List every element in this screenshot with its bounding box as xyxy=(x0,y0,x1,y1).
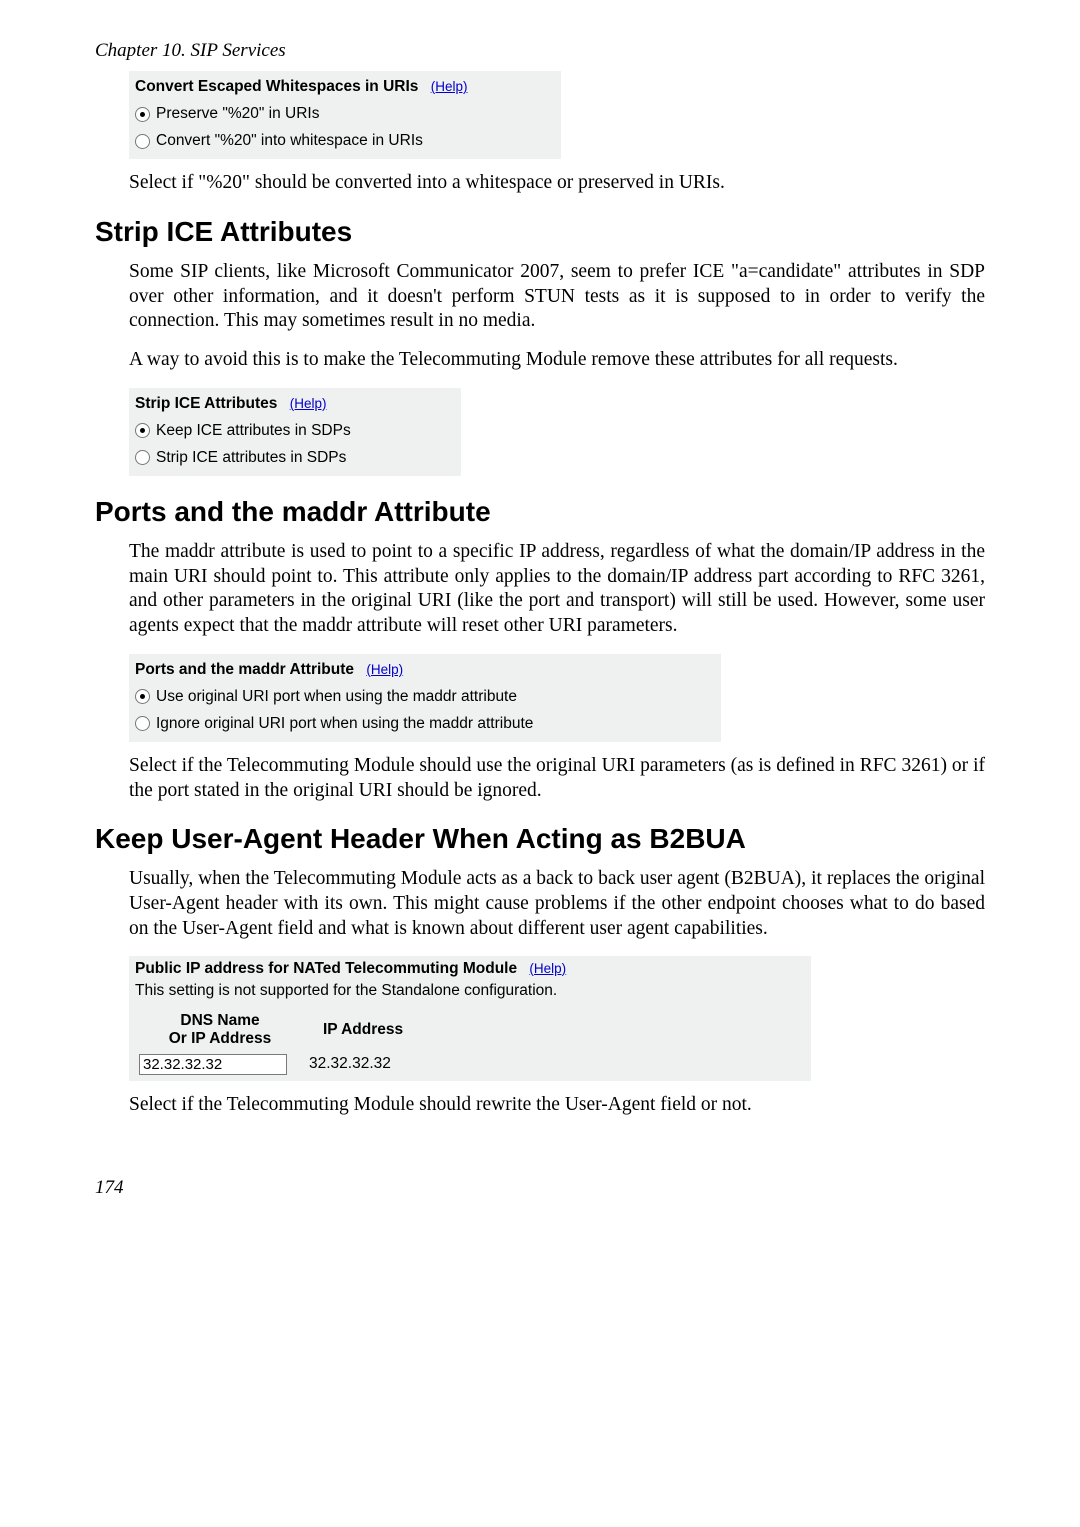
chapter-header: Chapter 10. SIP Services xyxy=(95,40,985,62)
dns-name-input[interactable] xyxy=(139,1054,287,1075)
radio-icon xyxy=(135,450,150,465)
radio-icon xyxy=(135,423,150,438)
help-link[interactable]: (Help) xyxy=(431,79,468,94)
strip-ice-form: Strip ICE Attributes (Help) Keep ICE att… xyxy=(129,387,461,476)
nat-title: Public IP address for NATed Telecommutin… xyxy=(135,960,517,977)
radio-use-original-port[interactable]: Use original URI port when using the mad… xyxy=(135,685,715,709)
nat-block: Public IP address for NATed Telecommutin… xyxy=(129,956,811,1081)
maddr-para1: The maddr attribute is used to point to … xyxy=(129,540,985,639)
radio-icon xyxy=(135,134,150,149)
nat-col-ip: IP Address xyxy=(305,1008,421,1052)
radio-label: Use original URI port when using the mad… xyxy=(156,685,517,709)
maddr-form: Ports and the maddr Attribute (Help) Use… xyxy=(129,653,721,742)
table-row: 32.32.32.32 xyxy=(135,1052,421,1081)
b2bua-para1: Usually, when the Telecommuting Module a… xyxy=(129,867,985,941)
help-link[interactable]: (Help) xyxy=(529,961,566,976)
convert-escaped-desc: Select if "%20" should be converted into… xyxy=(129,171,985,196)
b2bua-heading: Keep User-Agent Header When Acting as B2… xyxy=(95,823,985,855)
page-number: 174 xyxy=(95,1177,985,1199)
strip-ice-form-title: Strip ICE Attributes xyxy=(135,395,277,412)
maddr-form-title: Ports and the maddr Attribute xyxy=(135,661,354,678)
radio-preserve-20[interactable]: Preserve "%20" in URIs xyxy=(135,102,555,126)
radio-label: Preserve "%20" in URIs xyxy=(156,102,319,126)
radio-icon xyxy=(135,716,150,731)
convert-escaped-title: Convert Escaped Whitespaces in URIs xyxy=(135,78,418,95)
nat-table: DNS Name Or IP Address IP Address 32.32.… xyxy=(135,1008,421,1081)
radio-icon xyxy=(135,107,150,122)
help-link[interactable]: (Help) xyxy=(366,662,403,677)
maddr-desc: Select if the Telecommuting Module shoul… xyxy=(129,754,985,804)
strip-ice-heading: Strip ICE Attributes xyxy=(95,216,985,248)
radio-ignore-original-port[interactable]: Ignore original URI port when using the … xyxy=(135,712,715,736)
nat-col-dns: DNS Name Or IP Address xyxy=(135,1008,305,1052)
radio-label: Keep ICE attributes in SDPs xyxy=(156,419,351,443)
convert-escaped-form: Convert Escaped Whitespaces in URIs (Hel… xyxy=(129,70,561,159)
radio-strip-ice[interactable]: Strip ICE attributes in SDPs xyxy=(135,446,455,470)
resolved-ip: 32.32.32.32 xyxy=(305,1052,421,1081)
radio-label: Ignore original URI port when using the … xyxy=(156,712,533,736)
radio-label: Strip ICE attributes in SDPs xyxy=(156,446,346,470)
strip-ice-para2: A way to avoid this is to make the Telec… xyxy=(129,348,985,373)
strip-ice-para1: Some SIP clients, like Microsoft Communi… xyxy=(129,260,985,334)
b2bua-desc: Select if the Telecommuting Module shoul… xyxy=(129,1093,985,1118)
radio-label: Convert "%20" into whitespace in URIs xyxy=(156,129,423,153)
radio-keep-ice[interactable]: Keep ICE attributes in SDPs xyxy=(135,419,455,443)
radio-convert-20[interactable]: Convert "%20" into whitespace in URIs xyxy=(135,129,555,153)
nat-note: This setting is not supported for the St… xyxy=(135,982,805,1000)
radio-icon xyxy=(135,689,150,704)
maddr-heading: Ports and the maddr Attribute xyxy=(95,496,985,528)
help-link[interactable]: (Help) xyxy=(290,396,327,411)
